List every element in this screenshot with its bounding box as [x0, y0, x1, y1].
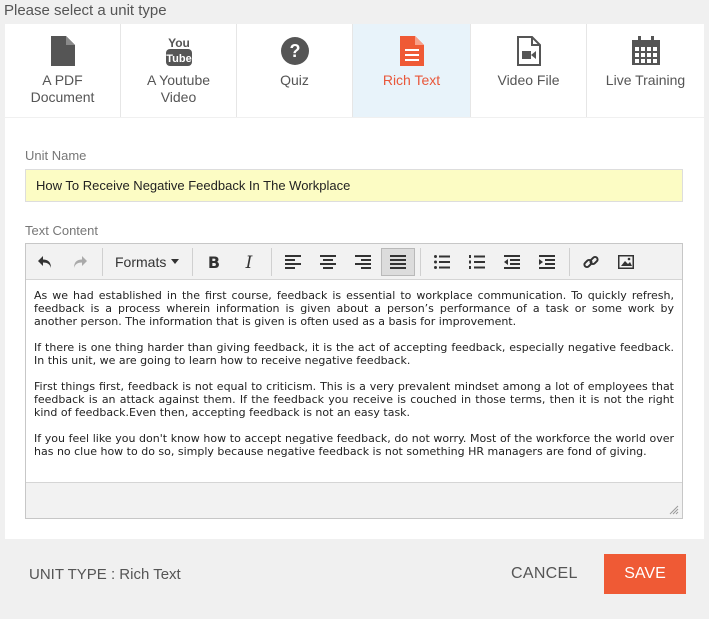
content-paragraph: First things first, feedback is not equa… — [34, 380, 674, 419]
tab-label: Video File — [497, 72, 560, 88]
toolbar-divider — [569, 247, 571, 276]
tab-label: Rich Text — [382, 72, 441, 88]
numbered-list-button[interactable] — [460, 248, 494, 276]
footer: UNIT TYPE : Rich Text CANCEL SAVE — [5, 539, 704, 609]
bold-icon: B — [208, 254, 220, 270]
align-right-icon — [355, 254, 372, 269]
toolbar-divider — [271, 247, 273, 276]
svg-text:?: ? — [289, 41, 300, 61]
unit-form: Unit Name Text Content Formats B I — [5, 118, 704, 539]
content-paragraph: If you feel like you don't know how to a… — [34, 432, 674, 458]
svg-text:You: You — [168, 36, 190, 50]
svg-text:I: I — [245, 254, 253, 270]
svg-text:Tube: Tube — [166, 53, 191, 65]
align-justify-button[interactable] — [381, 247, 416, 276]
align-left-button[interactable] — [276, 248, 310, 276]
file-icon — [46, 34, 80, 68]
resize-handle-icon[interactable] — [669, 505, 679, 515]
text-content-label: Text Content — [25, 223, 98, 238]
redo-icon — [74, 255, 87, 268]
align-left-icon — [285, 254, 302, 269]
align-right-button[interactable] — [346, 248, 380, 276]
tab-quiz[interactable]: ? Quiz — [237, 24, 353, 117]
svg-text:B: B — [208, 254, 220, 270]
tab-live-training[interactable]: Live Training — [587, 24, 704, 117]
align-center-button[interactable] — [311, 248, 345, 276]
tab-label: A PDF Document — [30, 72, 95, 105]
page-title: Please select a unit type — [4, 2, 167, 19]
toolbar-divider — [192, 247, 194, 276]
calendar-icon — [629, 34, 663, 68]
unit-type-tabs: A PDF Document You Tube A Youtube Video ? … — [5, 24, 704, 117]
editor-content[interactable]: As we had established in the first cours… — [26, 280, 682, 482]
bullet-list-button[interactable] — [425, 248, 459, 276]
tab-label: Live Training — [605, 72, 686, 88]
italic-icon: I — [245, 254, 253, 270]
toolbar-divider — [102, 247, 103, 276]
italic-button[interactable]: I — [232, 248, 266, 276]
bullet-list-icon — [434, 254, 451, 269]
insert-image-button[interactable] — [609, 248, 643, 276]
unit-name-input[interactable] — [25, 169, 683, 202]
cancel-button[interactable]: CANCEL — [511, 565, 578, 583]
rich-text-editor: Formats B I As we had established in the… — [25, 243, 683, 519]
align-center-icon — [320, 254, 337, 269]
editor-toolbar: Formats B I — [26, 244, 682, 280]
save-button[interactable]: SAVE — [604, 554, 686, 594]
tab-pdf-document[interactable]: A PDF Document — [5, 24, 121, 117]
undo-button[interactable] — [28, 248, 62, 276]
youtube-icon: You Tube — [162, 34, 196, 68]
unit-name-label: Unit Name — [25, 148, 87, 163]
tab-rich-text[interactable]: Rich Text — [353, 24, 471, 117]
align-justify-icon — [390, 254, 407, 269]
outdent-icon — [504, 254, 521, 269]
content-paragraph: If there is one thing harder than giving… — [34, 341, 674, 367]
outdent-button[interactable] — [495, 248, 529, 276]
indent-icon — [539, 254, 556, 269]
caret-down-icon — [171, 259, 180, 264]
file-text-icon — [395, 34, 429, 68]
formats-dropdown[interactable]: Formats — [107, 248, 187, 276]
file-video-icon — [512, 34, 546, 68]
insert-link-button[interactable] — [574, 248, 608, 276]
editor-statusbar — [26, 482, 682, 518]
tab-label: Quiz — [280, 72, 309, 88]
bold-button[interactable]: B — [197, 248, 231, 276]
toolbar-divider — [420, 247, 422, 276]
undo-icon — [38, 255, 51, 268]
numbered-list-icon — [469, 254, 486, 269]
redo-button[interactable] — [63, 248, 97, 276]
tab-video-file[interactable]: Video File — [471, 24, 587, 117]
formats-label: Formats — [115, 253, 167, 270]
tab-label: A Youtube Video — [146, 72, 211, 105]
content-paragraph: As we had established in the first cours… — [34, 289, 674, 328]
tab-youtube-video[interactable]: You Tube A Youtube Video — [121, 24, 237, 117]
question-circle-icon: ? — [278, 34, 312, 68]
indent-button[interactable] — [530, 248, 564, 276]
image-icon — [618, 254, 635, 269]
link-icon — [583, 255, 599, 268]
unit-type-text: UNIT TYPE : Rich Text — [29, 566, 181, 583]
